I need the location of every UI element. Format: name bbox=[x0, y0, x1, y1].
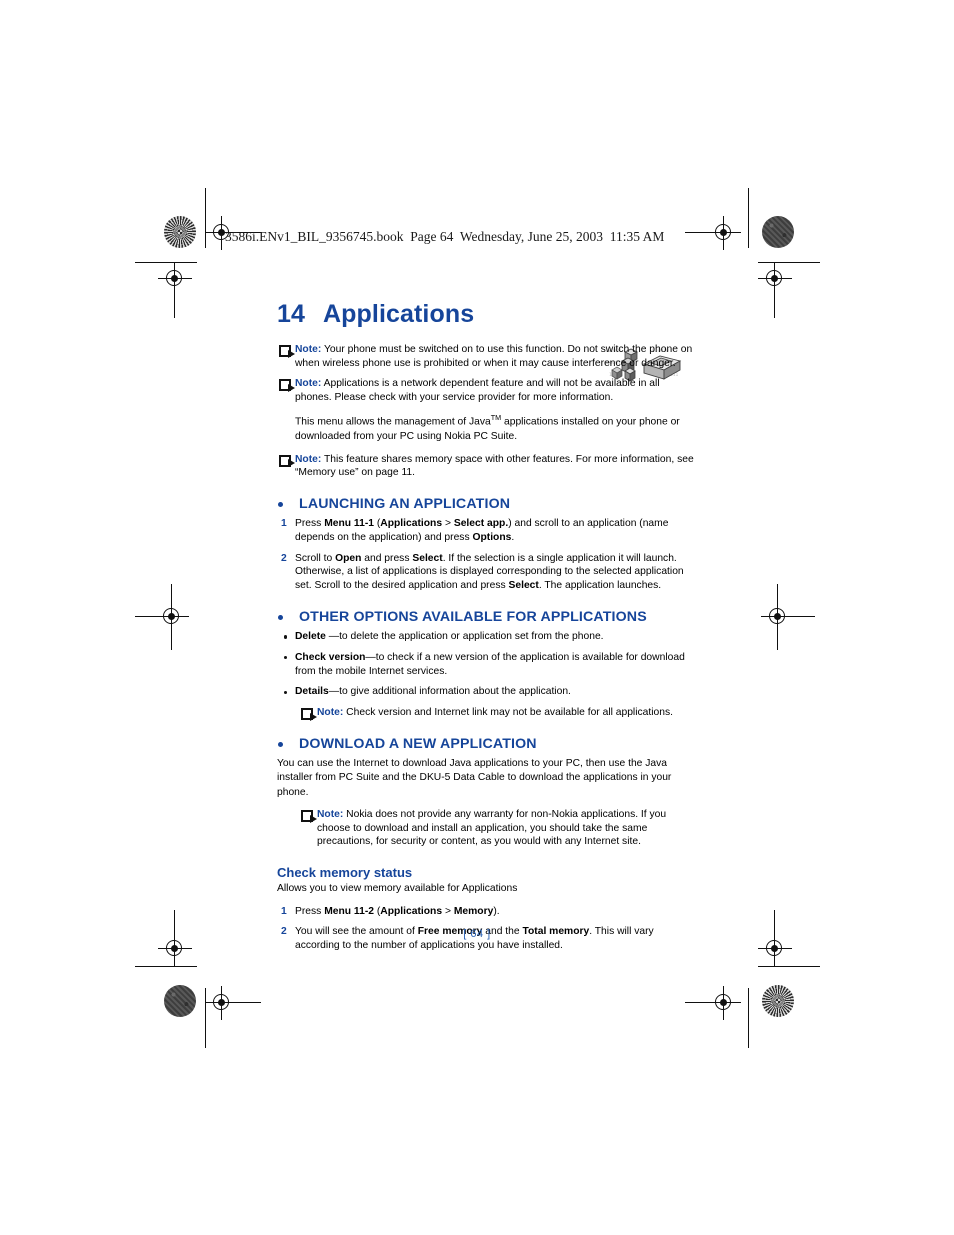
note-icon bbox=[279, 454, 296, 468]
note-block-check-version: Note: Check version and Internet link ma… bbox=[255, 706, 695, 721]
other-options-list: Delete —to delete the application or app… bbox=[255, 630, 695, 699]
intro-text-a: This menu allows the management of Java bbox=[295, 416, 491, 428]
section-heading-download: DOWNLOAD A NEW APPLICATION bbox=[277, 736, 695, 752]
registration-mark-middle-left bbox=[135, 584, 189, 650]
page-title: 14 Applications bbox=[277, 300, 695, 329]
note-block-warranty: Note: Nokia does not provide any warrant… bbox=[255, 808, 695, 849]
step-number: 1 bbox=[281, 905, 287, 917]
bullet-dot-icon bbox=[284, 656, 288, 660]
bullet-square-icon bbox=[278, 501, 283, 507]
step-text: Scroll to Open and press Select. If the … bbox=[295, 552, 684, 592]
book-file-slug: 3586i.ENv1_BIL_9356745.book Page 64 Wedn… bbox=[225, 229, 665, 244]
launching-steps-list: 1 Press Menu 11-1 (Applications > Select… bbox=[255, 517, 695, 593]
bullet-square-icon bbox=[278, 741, 283, 747]
registration-mark-middle-right bbox=[761, 584, 815, 650]
note-icon bbox=[279, 379, 296, 392]
step-number: 1 bbox=[281, 517, 287, 529]
halftone-star-target-bottom-right bbox=[762, 985, 794, 1017]
crop-line-bottom-left-horizontal bbox=[135, 966, 197, 968]
step-text: Press Menu 11-2 (Applications > Memory). bbox=[295, 905, 500, 917]
option-text: Check version—to check if a new version … bbox=[295, 651, 685, 677]
chapter-title-text: Applications bbox=[323, 300, 475, 328]
section-heading-other-options: OTHER OPTIONS AVAILABLE FOR APPLICATIONS bbox=[277, 609, 695, 625]
page-text-column: 14 Applications Note: Your phone must be … bbox=[255, 300, 695, 960]
section-heading-text: OTHER OPTIONS AVAILABLE FOR APPLICATIONS bbox=[299, 608, 647, 625]
subsection-heading-check-memory-status: Check memory status bbox=[277, 865, 413, 881]
registration-mark-top-right bbox=[685, 216, 741, 250]
list-item: Details—to give additional information a… bbox=[255, 685, 695, 699]
option-text: Details—to give additional information a… bbox=[295, 686, 571, 698]
note-label: Note: bbox=[295, 453, 322, 465]
list-item: 1 Press Menu 11-1 (Applications > Select… bbox=[255, 517, 695, 545]
note-label: Note: bbox=[295, 378, 322, 390]
note-text: Your phone must be switched on to use th… bbox=[295, 344, 693, 369]
note-text: Nokia does not provide any warranty for … bbox=[317, 809, 667, 848]
registration-mark-upper-right-corner bbox=[758, 262, 792, 318]
step-number: 2 bbox=[281, 552, 287, 564]
registration-mark-bottom-right bbox=[685, 986, 741, 1020]
note-label: Note: bbox=[317, 707, 344, 719]
bullet-dot-icon bbox=[284, 690, 288, 695]
document-page: 3586i.ENv1_BIL_9356745.book Page 64 Wedn… bbox=[0, 0, 954, 1235]
intro-paragraph: This menu allows the management of JavaT… bbox=[255, 411, 695, 444]
section-heading-text: DOWNLOAD A NEW APPLICATION bbox=[299, 735, 537, 752]
note-label: Note: bbox=[317, 809, 344, 821]
solid-density-target-top-right bbox=[762, 216, 794, 248]
note-block-memory: Note: This feature shares memory space w… bbox=[255, 453, 695, 480]
registration-mark-upper-left-corner bbox=[158, 262, 192, 318]
list-item: Delete —to delete the application or app… bbox=[255, 630, 695, 644]
section-heading-launching: LAUNCHING AN APPLICATION bbox=[277, 496, 695, 512]
download-body-paragraph: You can use the Internet to download Jav… bbox=[277, 757, 672, 798]
note-icon bbox=[301, 708, 318, 721]
memory-body-paragraph: Allows you to view memory available for … bbox=[277, 883, 518, 895]
step-text: Press Menu 11-1 (Applications > Select a… bbox=[295, 517, 669, 543]
note-label: Note: bbox=[295, 344, 322, 355]
note-text: Applications is a network dependent feat… bbox=[295, 378, 660, 403]
crop-line-bottom-right-vertical bbox=[748, 988, 750, 1048]
list-item: Check version—to check if a new version … bbox=[255, 651, 695, 679]
note-icon bbox=[279, 345, 296, 358]
crop-line-top-right-vertical bbox=[748, 188, 750, 248]
registration-mark-bottom-left bbox=[205, 986, 261, 1020]
note-block-network: Note: Applications is a network dependen… bbox=[255, 377, 695, 404]
bullet-dot-icon bbox=[284, 635, 288, 639]
note-text: Check version and Internet link may not … bbox=[343, 707, 673, 719]
halftone-star-target-top-left bbox=[164, 216, 196, 248]
solid-density-target-bottom-left bbox=[164, 985, 196, 1017]
trademark-superscript: TM bbox=[490, 413, 502, 423]
note-icon bbox=[301, 810, 318, 823]
option-text: Delete —to delete the application or app… bbox=[295, 630, 604, 642]
crop-line-bottom-right-horizontal bbox=[758, 966, 820, 968]
list-item: 1 Press Menu 11-2 (Applications > Memory… bbox=[255, 905, 695, 919]
bullet-square-icon bbox=[278, 614, 283, 620]
page-number-footer: [ 64 ] bbox=[463, 928, 491, 940]
note-block-power: Note: Your phone must be switched on to … bbox=[255, 343, 695, 370]
section-heading-text: LAUNCHING AN APPLICATION bbox=[299, 495, 511, 512]
chapter-number: 14 bbox=[277, 300, 306, 328]
note-text: This feature shares memory space with ot… bbox=[295, 453, 694, 479]
list-item: 2 Scroll to Open and press Select. If th… bbox=[255, 552, 695, 593]
